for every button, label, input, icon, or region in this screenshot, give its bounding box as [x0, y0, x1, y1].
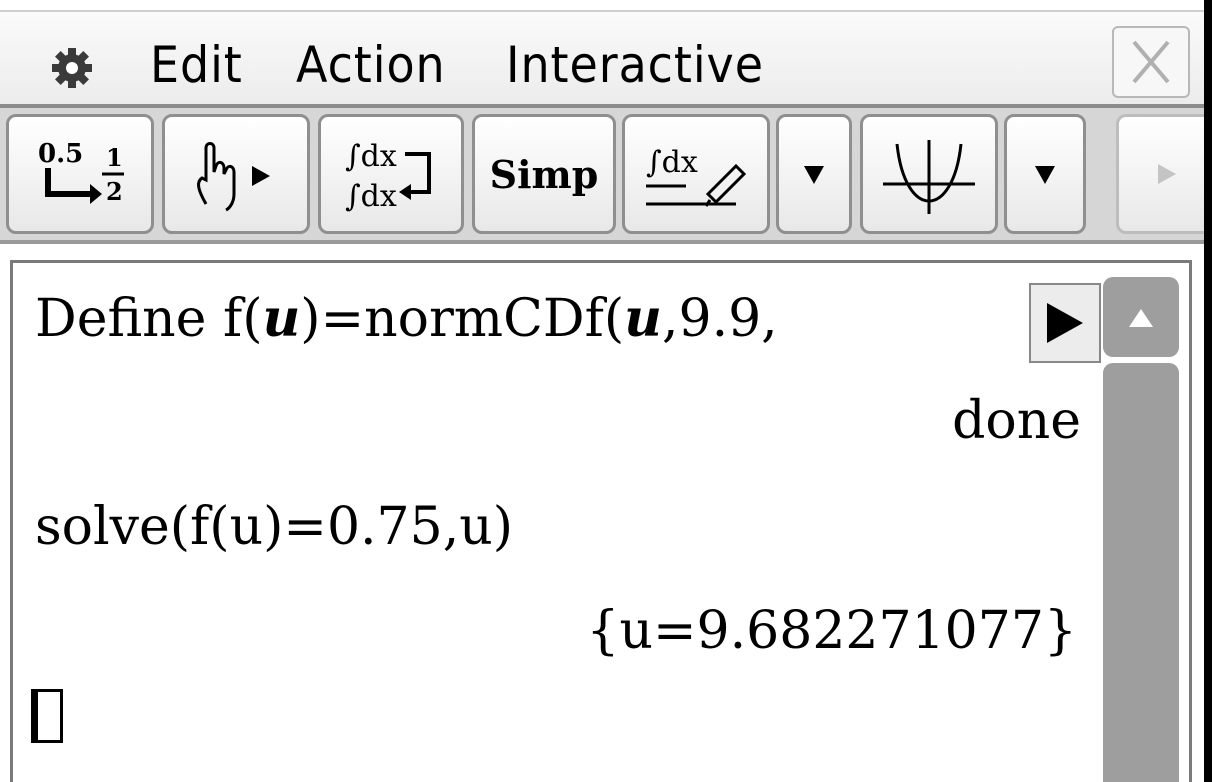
triangle-down-icon: [1035, 166, 1055, 184]
integral-pencil-icon: ∫dx: [646, 145, 747, 207]
input-line-define[interactable]: Define f(u)=normCDf(u,9.9,: [35, 288, 778, 350]
define-mid: )=normCDf(: [300, 289, 625, 349]
define-var: u: [262, 288, 301, 349]
integral-label: ∫dx: [646, 145, 698, 180]
svg-text:∫dx: ∫dx: [345, 179, 397, 214]
hand-pointer-icon: [197, 142, 270, 212]
drag-hand-button[interactable]: [162, 114, 310, 234]
triangle-right-icon: [1158, 164, 1176, 184]
scroll-up-button[interactable]: [1103, 277, 1179, 357]
right-edge-border: [1204, 0, 1212, 782]
output-solution: {u=9.682271077}: [586, 601, 1077, 661]
menu-bar: Edit Action Interactive: [0, 12, 1212, 108]
menu-interactive[interactable]: Interactive: [506, 30, 764, 100]
triangle-up-icon: [1129, 309, 1153, 327]
define-prefix: Define f(: [35, 289, 263, 349]
integral-convert-icon: ∫dx ∫dx: [345, 139, 431, 214]
menu-action[interactable]: Action: [296, 30, 446, 100]
integral-convert-button[interactable]: ∫dx ∫dx: [318, 114, 464, 234]
menu-edit[interactable]: Edit: [150, 30, 243, 100]
main-work-area[interactable]: Define f(u)=normCDf(u,9.9, done solve(f(…: [10, 260, 1192, 782]
dropdown-button-1[interactable]: [776, 114, 852, 234]
input-line-solve[interactable]: solve(f(u)=0.75,u): [35, 497, 513, 557]
graph-button[interactable]: [860, 114, 998, 234]
convert-den-label: 2: [106, 177, 123, 206]
simp-label: Simp: [489, 151, 599, 197]
simplify-button[interactable]: Simp: [472, 114, 616, 234]
toolbar: 0.5 1 2 ∫dx ∫dx Simp ∫dx: [0, 108, 1212, 244]
convert-num-label: 1: [106, 143, 123, 172]
close-button[interactable]: [1112, 26, 1190, 98]
triangle-right-icon: [1047, 303, 1083, 343]
triangle-down-icon: [804, 166, 824, 184]
close-icon: [1132, 40, 1170, 84]
convert-top-label: 0.5: [38, 139, 83, 169]
graph-axes-icon: [883, 140, 975, 214]
define-var-2: u: [624, 288, 662, 349]
define-suffix: ,9.9,: [661, 289, 778, 349]
expand-line-button[interactable]: [1029, 283, 1101, 363]
convert-icon: 0.5 1 2: [38, 139, 124, 206]
toolbar-next-button[interactable]: [1116, 114, 1212, 234]
dropdown-button-2[interactable]: [1004, 114, 1086, 234]
convert-decimal-fraction-button[interactable]: 0.5 1 2: [6, 114, 154, 234]
svg-text:∫dx: ∫dx: [345, 139, 397, 174]
input-cursor[interactable]: [31, 689, 63, 743]
output-done: done: [952, 391, 1081, 451]
scrollbar-track[interactable]: [1103, 363, 1179, 782]
gear-icon[interactable]: [50, 46, 94, 90]
integral-edit-button[interactable]: ∫dx: [622, 114, 770, 234]
